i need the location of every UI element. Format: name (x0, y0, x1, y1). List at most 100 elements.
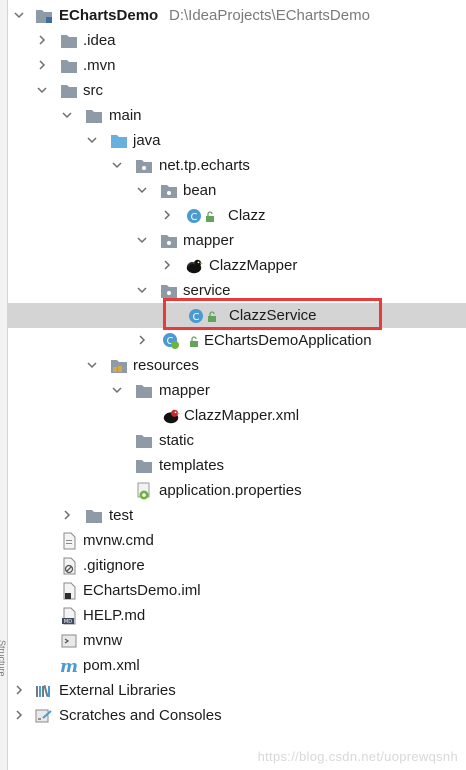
maven-icon: m (60, 657, 78, 675)
chevron-down-icon[interactable] (12, 8, 26, 22)
spring-boot-class-icon: C (162, 332, 180, 350)
class-icon: C (185, 207, 203, 225)
tree-label: mapper (159, 382, 210, 399)
chevron-down-icon[interactable] (85, 358, 99, 372)
tree-row-project[interactable]: EChartsDemo D:\IdeaProjects\EChartsDemo (7, 3, 466, 28)
structure-tab[interactable]: Structure (0, 640, 7, 700)
tree-label: mapper (183, 232, 234, 249)
tree-row-res-mapper[interactable]: mapper (7, 378, 466, 403)
chevron-down-icon[interactable] (35, 83, 49, 97)
tree-row-mvn[interactable]: .mvn (7, 53, 466, 78)
spring-properties-icon (135, 482, 153, 500)
chevron-down-icon[interactable] (60, 108, 74, 122)
tree-row-application[interactable]: C EChartsDemoApplication (7, 328, 466, 353)
ignore-file-icon (60, 557, 78, 575)
tree-label: pom.xml (83, 657, 140, 674)
svg-text:C: C (191, 212, 198, 223)
tree-row-mapper[interactable]: mapper (7, 228, 466, 253)
chevron-down-icon[interactable] (110, 383, 124, 397)
tree-row-templates[interactable]: templates (7, 453, 466, 478)
chevron-down-icon[interactable] (135, 233, 149, 247)
tree-label: java (133, 132, 161, 149)
tree-row-package[interactable]: net.tp.echarts (7, 153, 466, 178)
tree-label: src (83, 82, 103, 99)
tree-row-iml[interactable]: EChartsDemo.iml (7, 578, 466, 603)
resources-folder-icon (110, 357, 128, 375)
tree-label: net.tp.echarts (159, 157, 250, 174)
tree-label: bean (183, 182, 217, 199)
tree-label: mvnw (83, 632, 123, 649)
chevron-down-icon[interactable] (135, 283, 149, 297)
tree-row-clazz-mapper-xml[interactable]: ClazzMapper.xml (7, 403, 466, 428)
folder-icon (135, 382, 153, 400)
chevron-right-icon[interactable] (35, 58, 49, 72)
tree-row-main[interactable]: main (7, 103, 466, 128)
mybatis-xml-icon (162, 407, 180, 425)
lock-icon (205, 210, 215, 222)
folder-icon (85, 507, 103, 525)
tree-label: static (159, 432, 195, 449)
tree-row-static[interactable]: static (7, 428, 466, 453)
tree-row-java[interactable]: java (7, 128, 466, 153)
package-icon (160, 182, 178, 200)
chevron-down-icon[interactable] (85, 133, 99, 147)
scratches-icon (35, 707, 53, 725)
tree-row-pom[interactable]: m pom.xml (7, 653, 466, 678)
tree-row-gitignore[interactable]: .gitignore (7, 553, 466, 578)
tree-label: ClazzMapper (209, 257, 298, 274)
lock-icon (189, 335, 199, 347)
tree-row-clazz-mapper[interactable]: ClazzMapper (7, 253, 466, 278)
libraries-icon (35, 682, 53, 700)
chevron-down-icon[interactable] (110, 158, 124, 172)
tree-row-clazz[interactable]: C Clazz (7, 203, 466, 228)
folder-icon (135, 457, 153, 475)
file-icon (60, 532, 78, 550)
chevron-right-icon[interactable] (35, 33, 49, 47)
svg-text:MD: MD (64, 619, 72, 625)
tree-label: mvnw.cmd (83, 532, 154, 549)
tree-label: application.properties (159, 482, 302, 499)
tree-label: HELP.md (83, 607, 146, 624)
chevron-right-icon[interactable] (12, 708, 26, 722)
tree-label: Clazz (228, 207, 266, 224)
chevron-right-icon[interactable] (160, 208, 174, 222)
tree-label: .idea (83, 32, 116, 49)
tree-row-mvnw-cmd[interactable]: mvnw.cmd (7, 528, 466, 553)
tree-label: resources (133, 357, 199, 374)
watermark: https://blog.csdn.net/uoprewqsnh (257, 749, 458, 764)
tree-row-test[interactable]: test (7, 503, 466, 528)
project-path: D:\IdeaProjects\EChartsDemo (169, 7, 370, 24)
markdown-file-icon: MD (60, 607, 78, 625)
tree-row-external-libraries[interactable]: External Libraries (7, 678, 466, 703)
chevron-right-icon[interactable] (60, 508, 74, 522)
tree-row-src[interactable]: src (7, 78, 466, 103)
svg-text:m: m (60, 658, 78, 674)
tree-row-mvnw[interactable]: mvnw (7, 628, 466, 653)
tree-row-app-properties[interactable]: application.properties (7, 478, 466, 503)
tree-label: templates (159, 457, 225, 474)
mybatis-bird-icon (185, 257, 203, 275)
tree-row-bean[interactable]: bean (7, 178, 466, 203)
package-icon (160, 232, 178, 250)
tree-label: .mvn (83, 57, 116, 74)
tree-label: External Libraries (59, 682, 176, 699)
tree-row-help[interactable]: MD HELP.md (7, 603, 466, 628)
project-name: EChartsDemo (59, 7, 159, 24)
folder-icon (60, 82, 78, 100)
package-icon (135, 157, 153, 175)
module-file-icon (60, 582, 78, 600)
tree-label: .gitignore (83, 557, 145, 574)
tree-row-idea[interactable]: .idea (7, 28, 466, 53)
chevron-right-icon[interactable] (160, 258, 174, 272)
tree-row-resources[interactable]: resources (7, 353, 466, 378)
tree-label: main (109, 107, 142, 124)
chevron-right-icon[interactable] (12, 683, 26, 697)
tree-label: test (109, 507, 134, 524)
tree-label: Scratches and Consoles (59, 707, 222, 724)
tree-row-scratches[interactable]: Scratches and Consoles (7, 703, 466, 728)
folder-icon (85, 107, 103, 125)
chevron-right-icon[interactable] (135, 333, 149, 347)
chevron-down-icon[interactable] (135, 183, 149, 197)
tree-label: service (183, 282, 231, 299)
folder-icon (60, 57, 78, 75)
